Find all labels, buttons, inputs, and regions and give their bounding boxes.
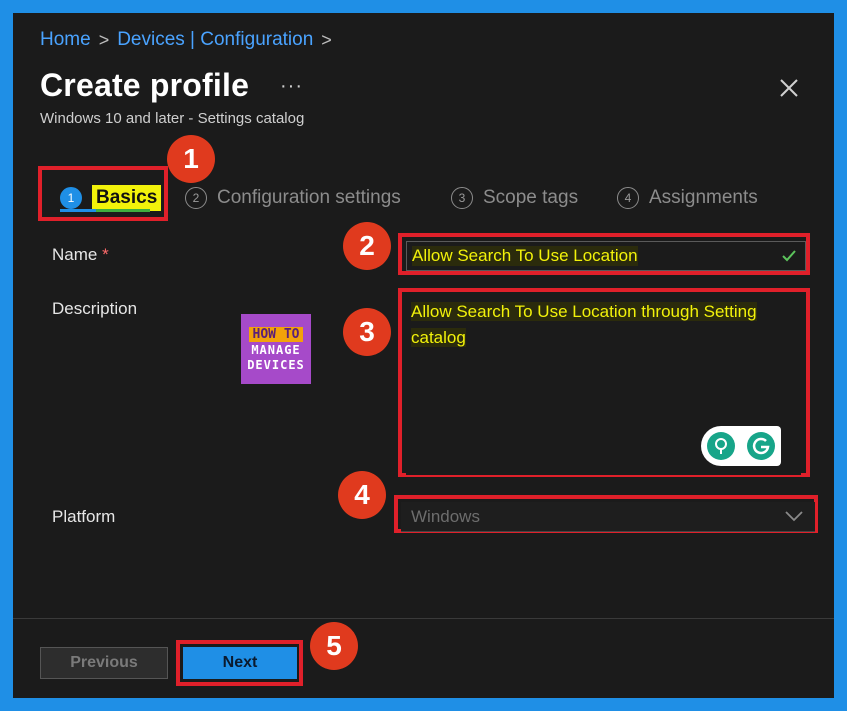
step-badge: 4 — [338, 471, 386, 519]
tab-step-number: 3 — [451, 187, 473, 209]
description-text: Allow Search To Use Location through Set… — [411, 299, 796, 351]
name-label: Name * — [52, 245, 109, 265]
platform-dropdown[interactable]: Windows — [401, 502, 815, 532]
checkmark-icon — [782, 250, 796, 262]
tab-label: Configuration settings — [217, 187, 401, 208]
description-line: catalog — [411, 328, 466, 347]
step-badge: 2 — [343, 222, 391, 270]
close-icon[interactable] — [776, 75, 802, 101]
grammarly-widget[interactable] — [701, 426, 781, 466]
breadcrumb-separator: > — [98, 29, 110, 50]
create-profile-panel: Home > Devices | Configuration > Create … — [13, 13, 834, 698]
footer-divider — [13, 618, 834, 619]
tab-scope-tags[interactable]: 3 Scope tags — [451, 178, 578, 218]
more-options-button[interactable]: ··· — [280, 75, 303, 98]
breadcrumb-separator: > — [321, 29, 332, 50]
description-line: Allow Search To Use Location through Set… — [411, 302, 757, 321]
breadcrumb: Home > Devices | Configuration > — [40, 29, 332, 51]
logo-line: HOW TO — [248, 326, 304, 342]
step-badge: 1 — [167, 135, 215, 183]
page-title: Create profile — [40, 67, 250, 103]
previous-button[interactable]: Previous — [40, 647, 168, 679]
grammarly-icon — [747, 432, 775, 460]
tab-step-number: 4 — [617, 187, 639, 209]
tab-label: Assignments — [649, 187, 758, 208]
logo-line: DEVICES — [247, 357, 305, 372]
name-input[interactable]: Allow Search To Use Location — [406, 241, 806, 271]
logo-line: MANAGE — [251, 342, 301, 357]
step-badge: 3 — [343, 308, 391, 356]
annotation-box — [38, 166, 168, 221]
tab-configuration-settings[interactable]: 2 Configuration settings — [185, 178, 401, 218]
required-marker: * — [102, 245, 109, 264]
description-label: Description — [52, 299, 138, 318]
page-subtitle: Windows 10 and later - Settings catalog — [40, 110, 305, 127]
chevron-down-icon — [785, 511, 803, 522]
platform-value: Windows — [411, 506, 480, 526]
lightbulb-icon — [707, 432, 735, 460]
breadcrumb-home-link[interactable]: Home — [40, 29, 91, 51]
next-button[interactable]: Next — [183, 647, 297, 679]
name-input-value: Allow Search To Use Location — [412, 246, 638, 266]
name-label-text: Name — [52, 245, 98, 264]
tab-step-number: 2 — [185, 187, 207, 209]
breadcrumb-devices-link[interactable]: Devices | Configuration — [117, 29, 313, 51]
tab-label: Scope tags — [483, 187, 579, 208]
how-to-manage-devices-logo: HOW TO MANAGE DEVICES — [241, 314, 311, 384]
tab-assignments[interactable]: 4 Assignments — [617, 178, 758, 218]
platform-label: Platform — [52, 507, 116, 526]
step-badge: 5 — [310, 622, 358, 670]
